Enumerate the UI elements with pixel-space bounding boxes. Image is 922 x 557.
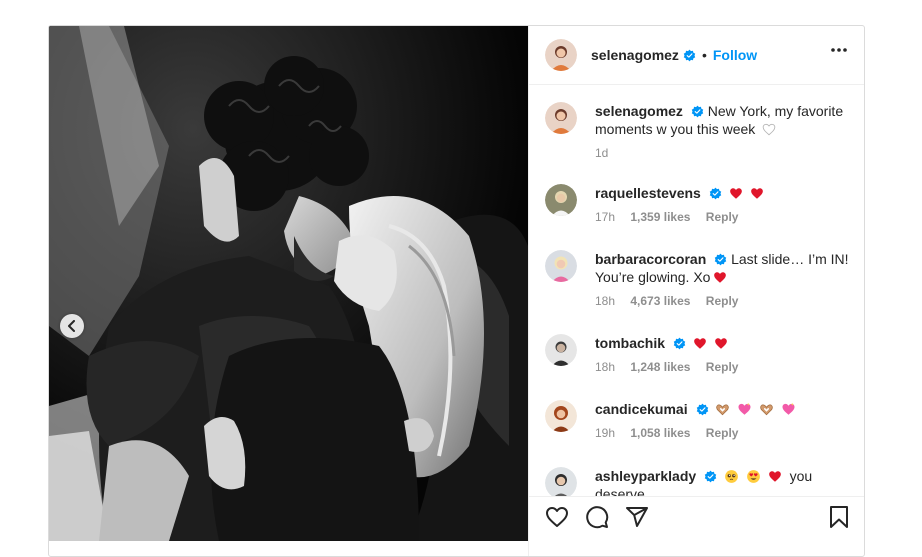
post-card: selenagomez • Follow selenagomez New Yor… xyxy=(48,25,865,557)
comment-likes[interactable]: 1,359 likes xyxy=(630,210,690,224)
follow-button[interactable]: Follow xyxy=(713,47,757,63)
photo-image xyxy=(49,26,528,541)
more-options-icon[interactable] xyxy=(831,48,847,52)
heart-outline-icon xyxy=(546,506,568,527)
bookmark-icon xyxy=(830,505,848,528)
reply-button[interactable]: Reply xyxy=(706,294,739,308)
verified-badge-icon xyxy=(683,49,696,61)
heart-hands-icon xyxy=(760,404,773,416)
header-info: selenagomez • Follow xyxy=(591,47,757,63)
separator-dot: • xyxy=(701,47,707,63)
avatar-image xyxy=(545,184,577,216)
caption-body: selenagomez New York, my favorite moment… xyxy=(595,102,849,162)
avatar-image xyxy=(545,334,577,366)
comment-body: raquellestevens 17h 1,359 likes Reply xyxy=(595,184,849,226)
verified-badge-icon xyxy=(691,105,704,118)
reply-button[interactable]: Reply xyxy=(706,360,739,374)
comment-username[interactable]: tombachik xyxy=(595,335,665,351)
pleading-face-icon xyxy=(725,470,738,483)
heart-hands-icon xyxy=(716,404,730,416)
comment-body: barbaracorcoran Last slide… I’m IN! You’… xyxy=(595,250,849,310)
avatar-image xyxy=(545,467,577,499)
red-heart-icon xyxy=(693,338,706,349)
commenter-avatar[interactable] xyxy=(545,467,577,499)
commenter-avatar[interactable] xyxy=(545,250,577,282)
commenter-avatar[interactable] xyxy=(545,400,577,432)
post-side-panel: selenagomez • Follow selenagomez New Yor… xyxy=(528,26,864,556)
comment-username[interactable]: barbaracorcoran xyxy=(595,251,706,267)
comment-button[interactable] xyxy=(585,505,609,529)
verified-badge-icon xyxy=(709,187,721,200)
white-heart-icon xyxy=(762,123,776,136)
author-avatar[interactable] xyxy=(545,39,577,71)
comment-meta: 17h 1,359 likes Reply xyxy=(595,208,849,226)
comment-likes[interactable]: 4,673 likes xyxy=(630,294,690,308)
avatar-image xyxy=(545,250,577,282)
comment-likes[interactable]: 1,058 likes xyxy=(630,426,690,440)
post-photo[interactable] xyxy=(49,26,528,541)
comment-meta: 19h 1,058 likes Reply xyxy=(595,424,849,442)
author-username[interactable]: selenagomez xyxy=(591,47,679,63)
red-heart-icon xyxy=(768,471,781,482)
verified-badge-icon xyxy=(704,470,717,483)
commenter-avatar[interactable] xyxy=(545,334,577,366)
share-button[interactable] xyxy=(625,505,649,529)
post-actions xyxy=(529,496,864,536)
red-heart-icon xyxy=(729,188,742,199)
reply-button[interactable]: Reply xyxy=(706,210,739,224)
comment-time: 18h xyxy=(595,294,616,308)
comment-username[interactable]: candicekumai xyxy=(595,401,688,417)
caption-meta: 1d xyxy=(595,144,849,162)
verified-badge-icon xyxy=(714,253,727,266)
comment-meta: 18h 1,248 likes Reply xyxy=(595,358,849,376)
comment-username[interactable]: raquellestevens xyxy=(595,185,701,201)
comment-meta: 18h 4,673 likes Reply xyxy=(595,292,849,310)
comment-time: 19h xyxy=(595,426,616,440)
comment-bubble-icon xyxy=(586,505,609,528)
sparkling-heart-icon xyxy=(738,402,751,415)
avatar-image xyxy=(545,102,577,134)
comment-body: tombachik 18h 1,248 likes Reply xyxy=(595,334,849,376)
save-button[interactable] xyxy=(829,505,849,529)
post-header: selenagomez • Follow xyxy=(529,26,864,85)
comment-time: 18h xyxy=(595,360,616,374)
paper-plane-icon xyxy=(626,506,648,527)
comment-likes[interactable]: 1,248 likes xyxy=(630,360,690,374)
red-heart-icon xyxy=(750,188,763,199)
author-avatar[interactable] xyxy=(545,102,577,134)
heart-eyes-icon xyxy=(746,470,760,483)
avatar-image xyxy=(545,39,577,71)
red-heart-icon xyxy=(714,272,727,283)
sparkling-heart-icon xyxy=(782,402,795,415)
reply-button[interactable]: Reply xyxy=(706,426,739,440)
caption-time: 1d xyxy=(595,146,609,160)
red-heart-icon xyxy=(714,338,727,349)
previous-slide-button[interactable] xyxy=(60,314,84,338)
like-button[interactable] xyxy=(545,506,569,528)
verified-badge-icon xyxy=(696,403,708,416)
verified-badge-icon xyxy=(673,337,686,350)
chevron-left-icon xyxy=(68,320,75,332)
comments-list[interactable]: selenagomez New York, my favorite moment… xyxy=(529,86,864,512)
caption-username[interactable]: selenagomez xyxy=(595,103,683,119)
avatar-image xyxy=(545,400,577,432)
comment-username[interactable]: ashleyparklady xyxy=(595,468,696,484)
comment-body: candicekumai 19h 1,058 likes Reply xyxy=(595,400,849,442)
comment-time: 17h xyxy=(595,210,616,224)
commenter-avatar[interactable] xyxy=(545,184,577,216)
